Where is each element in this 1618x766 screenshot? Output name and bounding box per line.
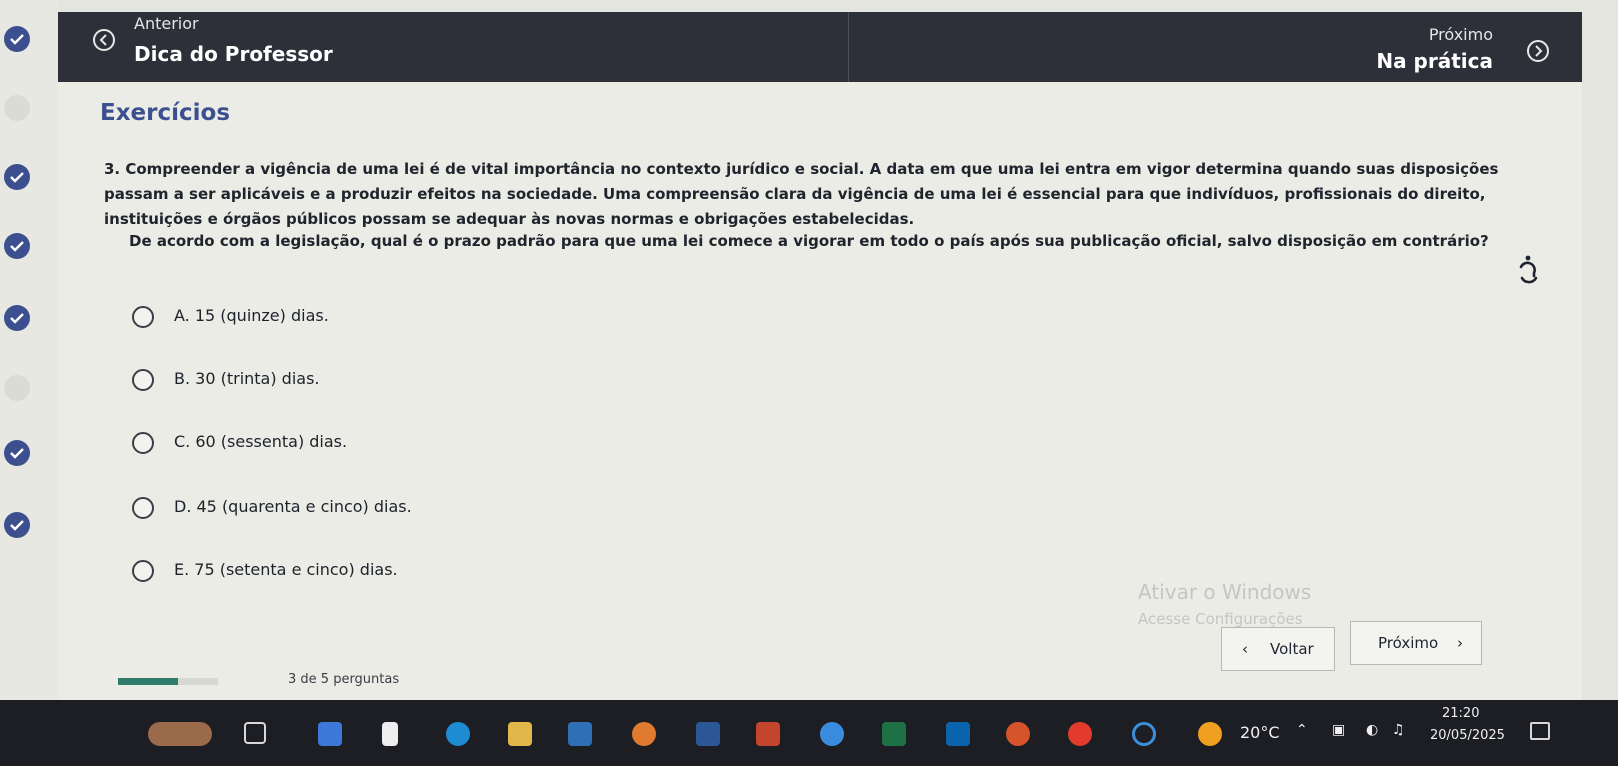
question-text: 3. Compreender a vigência de uma lei é d… (104, 160, 1499, 228)
progress-text: 3 de 5 perguntas (288, 672, 400, 687)
windows-activation-watermark: Ativar o Windows (1138, 580, 1312, 604)
step-complete-icon[interactable] (4, 305, 30, 331)
back-button-label: Voltar (1270, 640, 1314, 658)
back-button[interactable]: ‹ Voltar (1221, 627, 1335, 671)
progress-rail (0, 0, 58, 700)
temperature: 20°C (1240, 723, 1280, 742)
question-statement: 3. Compreender a vigência de uma lei é d… (104, 157, 1544, 232)
previous-nav[interactable]: Anterior Dica do Professor (58, 12, 848, 82)
chrome-icon[interactable] (820, 722, 844, 746)
store-icon[interactable] (568, 722, 592, 746)
taskbar: 20°C ⌃ ▣ ◐ ♫ 21:20 20/05/2025 (0, 700, 1618, 766)
opera-icon[interactable] (1068, 722, 1092, 746)
word-icon[interactable] (696, 722, 720, 746)
wifi-icon[interactable]: ◐ (1366, 722, 1378, 738)
chevron-left-icon[interactable] (93, 29, 115, 51)
clock-date[interactable]: 20/05/2025 (1430, 728, 1505, 743)
option-label: D. 45 (quarenta e cinco) dias. (174, 497, 412, 516)
progress-bar (118, 678, 218, 685)
next-label: Próximo (1428, 25, 1493, 44)
section-title: Exercícios (100, 100, 231, 126)
top-navigation-bar: Anterior Dica do Professor Próximo Na pr… (58, 12, 1582, 82)
edge-icon[interactable] (446, 722, 470, 746)
notepad-icon[interactable] (382, 722, 398, 746)
assistant-icon[interactable] (1514, 254, 1542, 288)
option-label: C. 60 (sessenta) dias. (174, 432, 348, 451)
exercise-panel: Exercícios 3. Compreender a vigência de … (58, 82, 1582, 700)
step-complete-icon[interactable] (4, 233, 30, 259)
radio-button[interactable] (132, 306, 154, 328)
powerpoint-icon[interactable] (756, 722, 780, 746)
radio-button[interactable] (132, 560, 154, 582)
step-complete-icon[interactable] (4, 26, 30, 52)
volume-icon[interactable]: ♫ (1392, 722, 1405, 738)
copilot-icon[interactable] (318, 722, 342, 746)
cortana-icon[interactable] (1132, 722, 1156, 746)
windows-activation-subtext: Acesse Configurações (1138, 610, 1303, 628)
radio-button[interactable] (132, 497, 154, 519)
clock-time[interactable]: 21:20 (1442, 706, 1479, 721)
progress-bar-fill (118, 678, 178, 685)
step-pending-icon[interactable] (4, 375, 30, 401)
step-complete-icon[interactable] (4, 440, 30, 466)
step-pending-icon[interactable] (4, 95, 30, 121)
next-button-label: Próximo (1378, 634, 1439, 652)
chevron-right-icon: › (1457, 634, 1463, 652)
network-icon[interactable]: ▣ (1332, 722, 1345, 738)
excel-icon[interactable] (882, 722, 906, 746)
option-label: E. 75 (setenta e cinco) dias. (174, 560, 398, 579)
step-complete-icon[interactable] (4, 164, 30, 190)
chevron-left-icon: ‹ (1242, 640, 1248, 658)
outlook-icon[interactable] (946, 722, 970, 746)
radio-button[interactable] (132, 432, 154, 454)
question-prompt: De acordo com a legislação, qual é o pra… (129, 232, 1489, 250)
weather-icon[interactable] (1198, 722, 1222, 746)
notifications-icon[interactable] (1530, 722, 1550, 740)
next-nav[interactable]: Próximo Na prática (848, 12, 1583, 82)
app-icon[interactable] (1006, 722, 1030, 746)
next-title: Na prática (1376, 49, 1493, 73)
next-button[interactable]: Próximo › (1350, 621, 1482, 665)
firefox-icon[interactable] (632, 722, 656, 746)
radio-button[interactable] (132, 369, 154, 391)
option-label: B. 30 (trinta) dias. (174, 369, 320, 388)
chevron-right-icon[interactable] (1527, 40, 1549, 62)
previous-title: Dica do Professor (134, 42, 333, 66)
file-explorer-icon[interactable] (508, 722, 532, 746)
previous-label: Anterior (134, 14, 199, 33)
step-complete-icon[interactable] (4, 512, 30, 538)
widgets-icon[interactable] (148, 722, 212, 746)
task-view-icon[interactable] (244, 722, 266, 744)
chevron-up-icon[interactable]: ⌃ (1296, 722, 1308, 738)
option-label: A. 15 (quinze) dias. (174, 306, 329, 325)
